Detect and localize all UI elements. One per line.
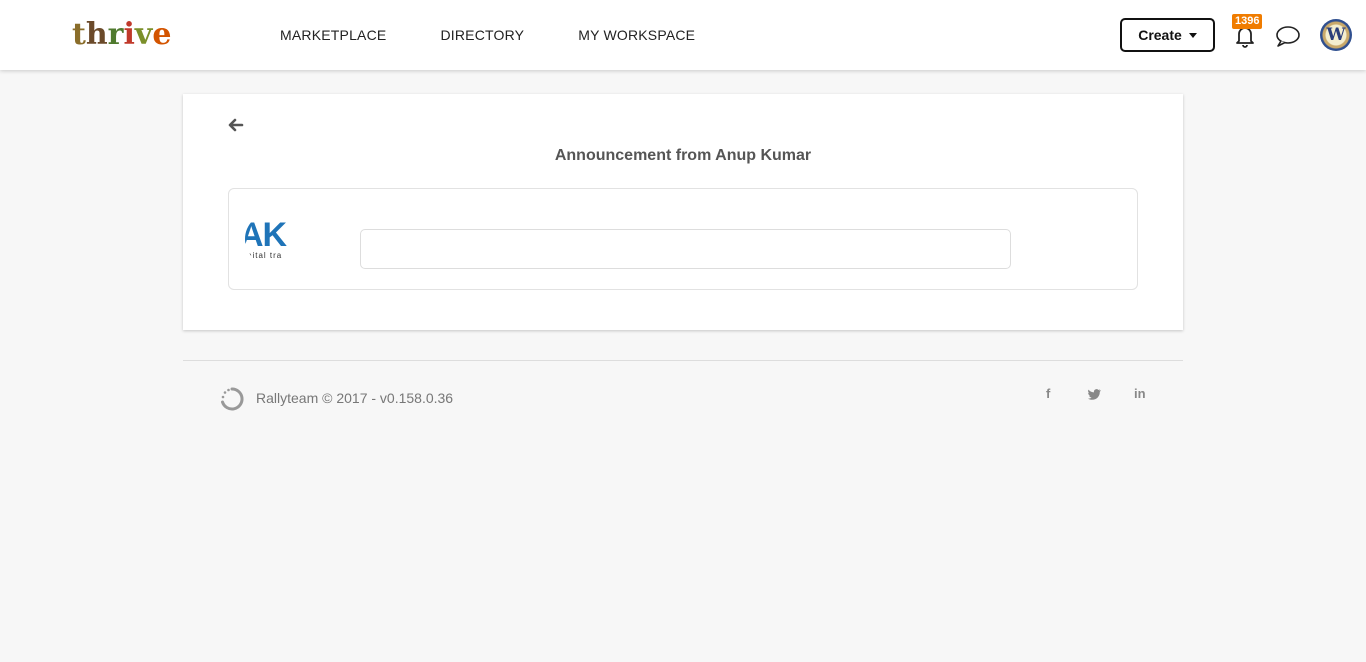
- linkedin-icon[interactable]: in: [1134, 386, 1146, 401]
- footer-copyright: Rallyteam © 2017 - v0.158.0.36: [256, 390, 454, 406]
- twitter-icon[interactable]: [1088, 389, 1101, 400]
- nav-my-workspace[interactable]: MY WORKSPACE: [578, 27, 695, 43]
- user-avatar[interactable]: W: [1320, 19, 1352, 51]
- author-avatar-logo-text: AK: [245, 216, 287, 254]
- logo-letter-h: h: [85, 16, 108, 52]
- top-header: t h r i v e MARKETPLACE DIRECTORY MY WOR…: [0, 0, 1366, 70]
- caret-down-icon: [1188, 32, 1197, 38]
- create-button[interactable]: Create: [1120, 18, 1215, 52]
- announcement-card: Announcement from Anup Kumar AK pital tr…: [183, 94, 1183, 330]
- logo-letter-r: r: [107, 16, 124, 52]
- create-button-label: Create: [1138, 27, 1182, 43]
- nav-directory[interactable]: DIRECTORY: [440, 27, 524, 43]
- page-title: Announcement from Anup Kumar: [554, 147, 812, 164]
- logo-letter-t: t: [72, 16, 86, 52]
- nav-marketplace[interactable]: MARKETPLACE: [280, 27, 386, 43]
- logo-letter-v: v: [134, 16, 153, 52]
- rallyteam-logo-icon: [221, 387, 244, 411]
- back-arrow-icon[interactable]: [227, 116, 245, 134]
- logo-letter-e: e: [152, 16, 172, 52]
- main-nav: MARKETPLACE DIRECTORY MY WORKSPACE: [280, 0, 749, 70]
- author-avatar-logo-subtext: pital tra: [247, 251, 283, 260]
- announcement-box: AK pital tra: [228, 188, 1138, 290]
- avatar-initial: W: [1326, 25, 1346, 45]
- logo-letter-i: i: [123, 16, 135, 52]
- chat-bubble-icon[interactable]: [1275, 24, 1301, 48]
- footer-divider: [183, 360, 1183, 361]
- thrive-logo[interactable]: t h r i v e: [72, 16, 171, 52]
- facebook-icon[interactable]: f: [1046, 386, 1050, 401]
- notification-badge: 1396: [1232, 14, 1263, 29]
- author-avatar[interactable]: AK pital tra: [245, 213, 297, 265]
- announcement-content: [360, 229, 1011, 269]
